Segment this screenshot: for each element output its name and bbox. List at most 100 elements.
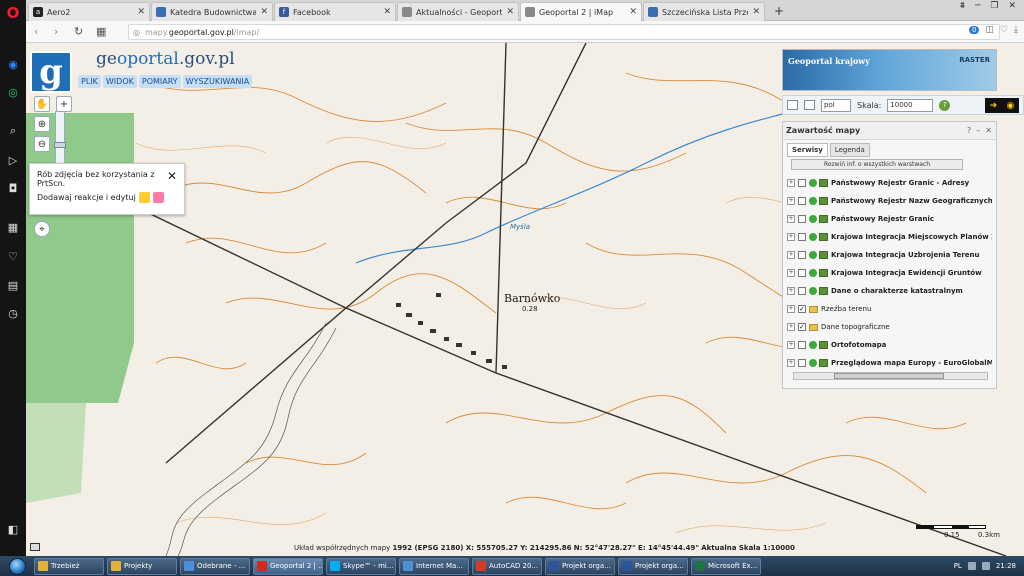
reload-icon[interactable]: ↻ bbox=[74, 25, 83, 38]
layer-checkbox[interactable] bbox=[798, 233, 806, 241]
layer-row[interactable]: + Krajowa Integracja Miejscowych Planów Z… bbox=[787, 228, 992, 246]
close-icon[interactable]: ✕ bbox=[260, 7, 268, 17]
menu-pomiary[interactable]: POMIARY bbox=[138, 75, 181, 88]
taskbar-item[interactable]: Skype™ - mi... bbox=[326, 557, 396, 575]
layer-checkbox[interactable] bbox=[798, 215, 806, 223]
taskbar-item[interactable]: Projekt orga... bbox=[545, 557, 615, 575]
expand-icon[interactable]: + bbox=[787, 251, 795, 259]
adblock-badge[interactable]: 0 bbox=[968, 26, 980, 34]
close-window-icon[interactable]: ✕ bbox=[1008, 1, 1016, 11]
taskbar-item[interactable]: Geoportal 2 | ... bbox=[253, 557, 323, 575]
scrollbar-thumb[interactable] bbox=[834, 373, 944, 379]
filter-icon[interactable]: ⩩ bbox=[960, 1, 965, 11]
tab-szczecinska[interactable]: Szczecińska Lista Przeboj ✕ bbox=[643, 2, 765, 21]
layer-row[interactable]: + Ortofotomapa bbox=[787, 336, 992, 354]
messenger-icon[interactable]: ◉ bbox=[4, 55, 22, 73]
close-icon[interactable]: ✕ bbox=[383, 7, 391, 17]
taskbar-item[interactable]: AutoCAD 20... bbox=[472, 557, 542, 575]
tabs-grid-icon[interactable]: ▦ bbox=[96, 25, 106, 38]
layer-row[interactable]: + Państwowy Rejestr Granic bbox=[787, 210, 992, 228]
minimize-icon[interactable]: ─ bbox=[975, 1, 980, 11]
layer-row[interactable]: + Dane o charakterze katastralnym bbox=[787, 282, 992, 300]
close-icon[interactable]: ✕ bbox=[752, 7, 760, 17]
layer-checkbox[interactable] bbox=[798, 359, 806, 367]
clock[interactable]: 21:28 bbox=[996, 562, 1016, 570]
layer-row[interactable]: + Krajowa Integracja Ewidencji Gruntów bbox=[787, 264, 992, 282]
taskbar-item[interactable]: Odebrane - ... bbox=[180, 557, 250, 575]
menu-widok[interactable]: WIDOK bbox=[102, 75, 137, 88]
pan-hand-icon[interactable]: ✋ bbox=[34, 96, 50, 112]
expand-all-info-button[interactable]: Rozwiń inf. o wszystkich warstwach bbox=[791, 159, 963, 170]
expand-icon[interactable]: + bbox=[787, 197, 795, 205]
taskbar-item[interactable]: Projekty bbox=[107, 557, 177, 575]
expand-icon[interactable]: + bbox=[787, 287, 795, 295]
volume-icon[interactable] bbox=[981, 562, 990, 570]
layer-checkbox[interactable] bbox=[798, 197, 806, 205]
expand-icon[interactable]: + bbox=[787, 305, 795, 313]
taskbar-item[interactable]: Microsoft Ex... bbox=[691, 557, 761, 575]
tab-katedra[interactable]: Katedra Budownictwa Og ✕ bbox=[151, 2, 273, 21]
layer-row[interactable]: + Krajowa Integracja Uzbrojenia Terenu bbox=[787, 246, 992, 264]
layer-checkbox[interactable]: ✓ bbox=[798, 323, 806, 331]
search-icon[interactable]: ⌕ bbox=[4, 122, 22, 140]
camera-icon[interactable]: ◘ bbox=[4, 179, 22, 197]
save-icon[interactable] bbox=[804, 100, 815, 110]
expand-icon[interactable]: + bbox=[787, 215, 795, 223]
speed-dial-icon[interactable]: ▦ bbox=[4, 218, 22, 236]
opera-menu-icon[interactable]: O bbox=[4, 4, 22, 22]
layer-row[interactable]: + ✓ Rzeźba terenu bbox=[787, 300, 992, 318]
view-toggle[interactable]: ➜ ◉ bbox=[985, 98, 1019, 113]
layer-row[interactable]: + Przeglądowa mapa Europy - EuroGlobalMap bbox=[787, 354, 992, 372]
expand-icon[interactable]: + bbox=[787, 233, 795, 241]
expand-icon[interactable]: + bbox=[787, 341, 795, 349]
layer-checkbox[interactable]: ✓ bbox=[798, 305, 806, 313]
back-icon[interactable]: ‹ bbox=[34, 25, 38, 38]
expand-icon[interactable]: + bbox=[787, 179, 795, 187]
expand-icon[interactable]: + bbox=[787, 269, 795, 277]
news-icon[interactable]: ▤ bbox=[4, 276, 22, 294]
heart-icon[interactable]: ♡ bbox=[4, 247, 22, 265]
close-icon[interactable]: ✕ bbox=[985, 126, 992, 135]
sidebar-toggle-icon[interactable]: ◧ bbox=[4, 520, 22, 538]
history-icon[interactable]: ◷ bbox=[4, 304, 22, 322]
taskbar-item[interactable]: Trzebież bbox=[34, 557, 104, 575]
zoom-in-button[interactable]: + bbox=[56, 96, 72, 112]
heart-bookmark-icon[interactable]: ♡ bbox=[1000, 25, 1008, 35]
forward-icon[interactable]: › bbox=[54, 25, 58, 38]
layer-checkbox[interactable] bbox=[798, 287, 806, 295]
tab-geoportal-imap[interactable]: Geoportal 2 | iMap ✕ bbox=[520, 2, 642, 21]
locate-icon[interactable]: ⌖ bbox=[34, 221, 50, 237]
language-indicator[interactable]: PL bbox=[954, 562, 962, 570]
layer-row[interactable]: + Państwowy Rejestr Nazw Geograficznych bbox=[787, 192, 992, 210]
panel-horizontal-scrollbar[interactable] bbox=[793, 372, 988, 380]
whatsapp-icon[interactable]: ◎ bbox=[4, 83, 22, 101]
help-icon[interactable]: ? bbox=[967, 126, 971, 135]
layer-row[interactable]: + Państwowy Rejestr Granic - Adresy bbox=[787, 174, 992, 192]
zoom-slider[interactable] bbox=[54, 111, 66, 171]
start-button[interactable] bbox=[0, 556, 34, 576]
tab-facebook[interactable]: f Facebook ✕ bbox=[274, 2, 396, 21]
taskbar-item[interactable]: Internet Ma... bbox=[399, 557, 469, 575]
layer-checkbox[interactable] bbox=[798, 179, 806, 187]
print-icon[interactable] bbox=[787, 100, 798, 110]
download-icon[interactable]: ⤓ bbox=[1014, 25, 1018, 35]
url-field[interactable]: ◎ mapy. geoportal.gov.pl/imap/ bbox=[128, 24, 1000, 40]
close-icon[interactable]: ✕ bbox=[167, 169, 177, 183]
help-icon[interactable]: ? bbox=[939, 99, 951, 111]
overview-map-icon[interactable] bbox=[30, 543, 40, 551]
layer-checkbox[interactable] bbox=[798, 341, 806, 349]
close-icon[interactable]: ✕ bbox=[629, 7, 637, 17]
expand-icon[interactable]: + bbox=[787, 323, 795, 331]
close-icon[interactable]: ✕ bbox=[506, 7, 514, 17]
language-select[interactable]: pol bbox=[821, 98, 851, 112]
scale-input[interactable]: 10000 bbox=[887, 98, 934, 112]
zoom-in-icon[interactable]: ⊕ bbox=[34, 116, 50, 132]
layer-checkbox[interactable] bbox=[798, 251, 806, 259]
tab-aero2[interactable]: a Aero2 ✕ bbox=[28, 2, 150, 21]
tab-serwisy[interactable]: Serwisy bbox=[787, 143, 828, 157]
send-icon[interactable]: ▷ bbox=[4, 151, 22, 169]
geoportal-logo[interactable]: g bbox=[30, 51, 72, 93]
zoom-slider-handle[interactable] bbox=[54, 142, 66, 148]
zoom-out-icon[interactable]: ⊖ bbox=[34, 136, 50, 152]
taskbar-item[interactable]: Projekt orga... bbox=[618, 557, 688, 575]
